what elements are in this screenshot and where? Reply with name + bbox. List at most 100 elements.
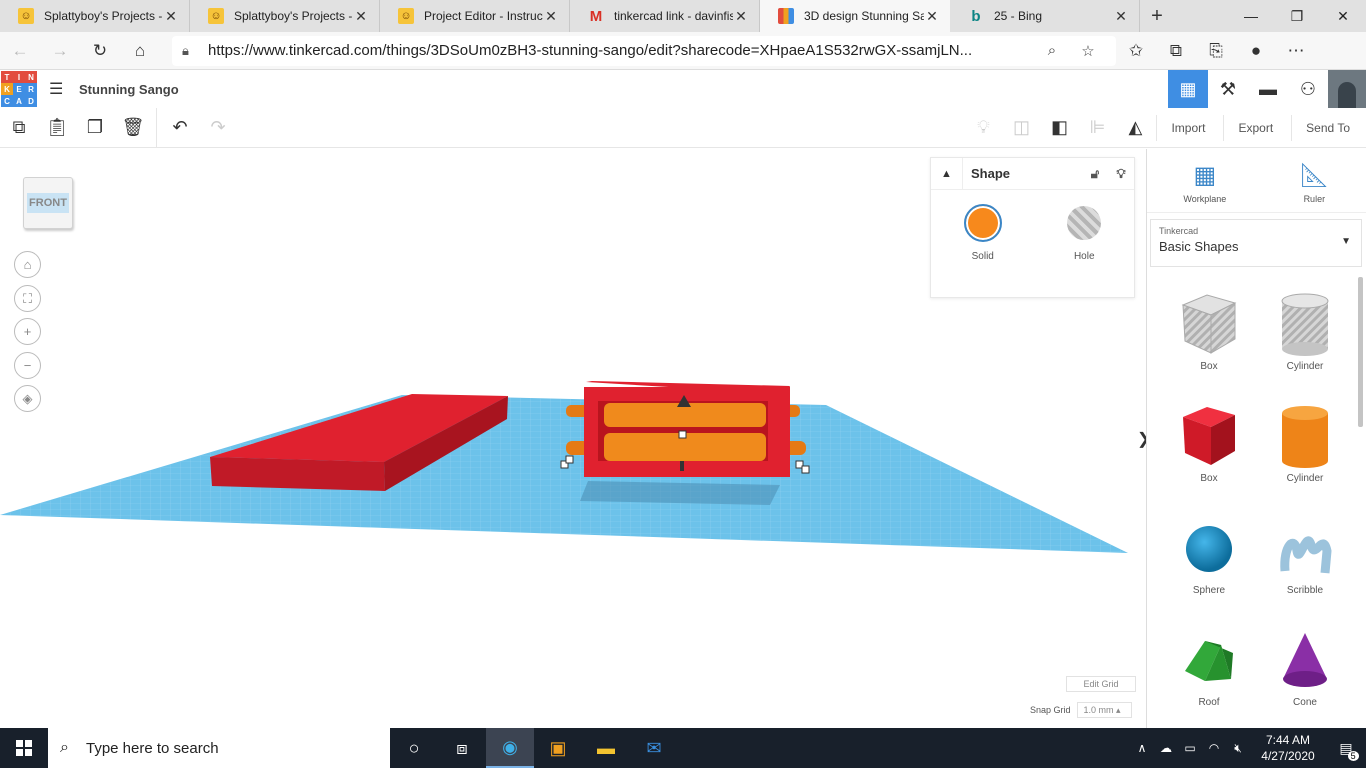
volume-muted-icon[interactable]: 🔇︎ xyxy=(1226,741,1250,756)
close-tab-icon[interactable]: ✕ xyxy=(1113,8,1129,25)
show-all-icon[interactable]: 💡︎ xyxy=(964,108,1002,148)
mirror-icon[interactable]: ◭ xyxy=(1116,108,1154,148)
edge-browser-icon[interactable]: ◉ xyxy=(486,728,534,768)
browser-tab[interactable]: ☺ Splattyboy's Projects - I ✕ xyxy=(190,0,380,32)
task-view-icon[interactable]: ⧈ xyxy=(438,728,486,768)
cortana-icon[interactable]: ○ xyxy=(390,728,438,768)
browser-tab[interactable]: ☺ Project Editor - Instructa ✕ xyxy=(380,0,570,32)
close-tab-icon[interactable]: ✕ xyxy=(353,8,369,25)
store-icon[interactable]: ▣ xyxy=(534,728,582,768)
profile-icon[interactable]: ● xyxy=(1236,32,1276,70)
clock-date: 4/27/2020 xyxy=(1261,749,1315,763)
home-icon[interactable]: ⌂ xyxy=(120,32,160,70)
export-button[interactable]: Export xyxy=(1223,114,1287,141)
collapse-caret-icon[interactable]: ▲ xyxy=(931,157,963,190)
clock[interactable]: 7:44 AM 4/27/2020 xyxy=(1250,732,1326,764)
url-field[interactable]: 🔒︎ https://www.tinkercad.com/things/3DSo… xyxy=(172,35,1116,66)
view-cube[interactable]: FRONT xyxy=(23,177,73,229)
3d-design-view-icon[interactable]: ▦ xyxy=(1168,70,1208,108)
import-button[interactable]: Import xyxy=(1156,114,1219,141)
lock-icon[interactable]: 🔒︎ xyxy=(182,43,208,59)
solid-color-swatch[interactable] xyxy=(963,204,1002,242)
chevron-up-icon[interactable]: ∧ xyxy=(1130,741,1154,755)
perspective-icon[interactable]: ◈ xyxy=(14,385,41,412)
onedrive-icon[interactable]: ☁ xyxy=(1154,741,1178,755)
notification-center-icon[interactable]: ▤ 5 xyxy=(1326,728,1366,768)
send-to-button[interactable]: Send To xyxy=(1291,114,1364,141)
close-tab-icon[interactable]: ✕ xyxy=(924,8,940,25)
design-menu-icon[interactable]: ☰ xyxy=(49,79,67,99)
undo-icon[interactable]: ↶ xyxy=(161,108,199,148)
close-window-icon[interactable]: ✕ xyxy=(1320,0,1366,32)
more-menu-icon[interactable]: ⋯ xyxy=(1276,32,1316,70)
edit-grid-button[interactable]: Edit Grid xyxy=(1066,676,1136,692)
redo-icon[interactable]: ↷ xyxy=(199,108,237,148)
design-name[interactable]: Stunning Sango xyxy=(79,82,179,97)
ruler-tool[interactable]: 📐︎ Ruler xyxy=(1299,161,1329,204)
ungroup-icon[interactable]: ◧ xyxy=(1040,108,1078,148)
align-icon[interactable]: ⊫ xyxy=(1078,108,1116,148)
hole-swatch[interactable] xyxy=(1067,206,1102,240)
delete-icon[interactable]: 🗑︎ xyxy=(114,108,152,148)
shape-roof[interactable]: Roof xyxy=(1161,627,1257,721)
tinkercad-logo[interactable]: T I N K E R C A D xyxy=(1,71,37,107)
fit-all-icon[interactable]: ⛶ xyxy=(14,285,41,312)
workplane-tool[interactable]: ▦ Workplane xyxy=(1183,161,1226,204)
solid-option[interactable]: Solid xyxy=(963,204,1002,262)
browser-tab[interactable]: ☺ Splattyboy's Projects - I ✕ xyxy=(0,0,190,32)
shape-box-hole[interactable]: Box xyxy=(1161,291,1257,385)
battery-icon[interactable]: ▭ xyxy=(1178,741,1202,755)
roller-assembly-shape[interactable] xyxy=(566,381,806,477)
lock-icon[interactable]: 🔓︎ xyxy=(1082,166,1108,182)
start-button[interactable] xyxy=(0,728,48,768)
shape-sphere[interactable]: Sphere xyxy=(1161,515,1257,609)
shape-cone[interactable]: Cone xyxy=(1257,627,1353,721)
refresh-icon[interactable]: ↻ xyxy=(80,32,120,70)
mail-icon[interactable]: ✉ xyxy=(630,728,678,768)
shape-library-dropdown[interactable]: Tinkercad Basic Shapes ▼ xyxy=(1150,219,1362,267)
collections-icon[interactable]: ⧉ xyxy=(1156,32,1196,70)
favorites-icon[interactable]: ✩ xyxy=(1116,32,1156,70)
zoom-out-icon[interactable]: − xyxy=(14,352,41,379)
close-tab-icon[interactable]: ✕ xyxy=(543,8,559,25)
forward-icon[interactable]: → xyxy=(40,32,80,70)
back-icon[interactable]: ← xyxy=(0,32,40,70)
blocks-view-icon[interactable]: ⚒ xyxy=(1208,70,1248,108)
close-tab-icon[interactable]: ✕ xyxy=(163,8,179,25)
new-tab-button[interactable]: + xyxy=(1140,0,1174,32)
minimize-icon[interactable]: — xyxy=(1228,0,1274,32)
close-tab-icon[interactable]: ✕ xyxy=(733,8,749,25)
shape-cylinder[interactable]: Cylinder xyxy=(1257,403,1353,497)
favorite-star-icon[interactable]: ☆ xyxy=(1070,42,1106,60)
logo-letter: T xyxy=(1,71,13,83)
shape-label: Box xyxy=(1200,473,1218,484)
snap-grid-select[interactable]: 1.0 mm ▴ xyxy=(1076,702,1132,718)
file-explorer-icon[interactable]: ▬ xyxy=(582,728,630,768)
browser-tab[interactable]: M tinkercad link - davinfis ✕ xyxy=(570,0,760,32)
shape-cylinder-hole[interactable]: Cylinder xyxy=(1257,291,1353,385)
copy-icon[interactable]: ⧉ xyxy=(0,108,38,148)
sidebar-scrollbar[interactable] xyxy=(1358,277,1363,427)
wifi-icon[interactable]: ◠ xyxy=(1202,741,1226,755)
duplicate-icon[interactable]: ❐ xyxy=(76,108,114,148)
browser-tab[interactable]: b 25 - Bing ✕ xyxy=(950,0,1140,32)
shape-scribble[interactable]: Scribble xyxy=(1257,515,1353,609)
zoom-icon[interactable]: ⌕ xyxy=(1034,42,1070,59)
home-view-icon[interactable]: ⌂ xyxy=(14,251,41,278)
3d-workspace[interactable]: FRONT ⌂ ⛶ + − ◈ ▲ Shape 🔓︎ 💡︎ Solid Hole… xyxy=(0,149,1146,728)
share-icon[interactable]: ⎘ xyxy=(1196,32,1236,70)
ruler-icon: 📐︎ xyxy=(1299,162,1330,189)
zoom-in-icon[interactable]: + xyxy=(14,318,41,345)
bricks-view-icon[interactable]: ▬ xyxy=(1248,70,1288,108)
visibility-bulb-icon[interactable]: 💡︎ xyxy=(1108,166,1134,182)
shape-box[interactable]: Box xyxy=(1161,403,1257,497)
avatar[interactable] xyxy=(1328,70,1366,108)
paste-icon[interactable]: 📋︎ xyxy=(38,108,76,148)
add-user-icon[interactable]: ⚇ xyxy=(1288,70,1328,108)
taskbar-search[interactable]: ⌕ Type here to search xyxy=(48,728,390,768)
group-icon[interactable]: ◫ xyxy=(1002,108,1040,148)
browser-tab-active[interactable]: 3D design Stunning Sa ✕ xyxy=(760,0,950,32)
maximize-icon[interactable]: ❐ xyxy=(1274,0,1320,32)
hole-option[interactable]: Hole xyxy=(1067,204,1102,262)
panel-collapse-chevron-icon[interactable]: ❯ xyxy=(1137,429,1146,449)
